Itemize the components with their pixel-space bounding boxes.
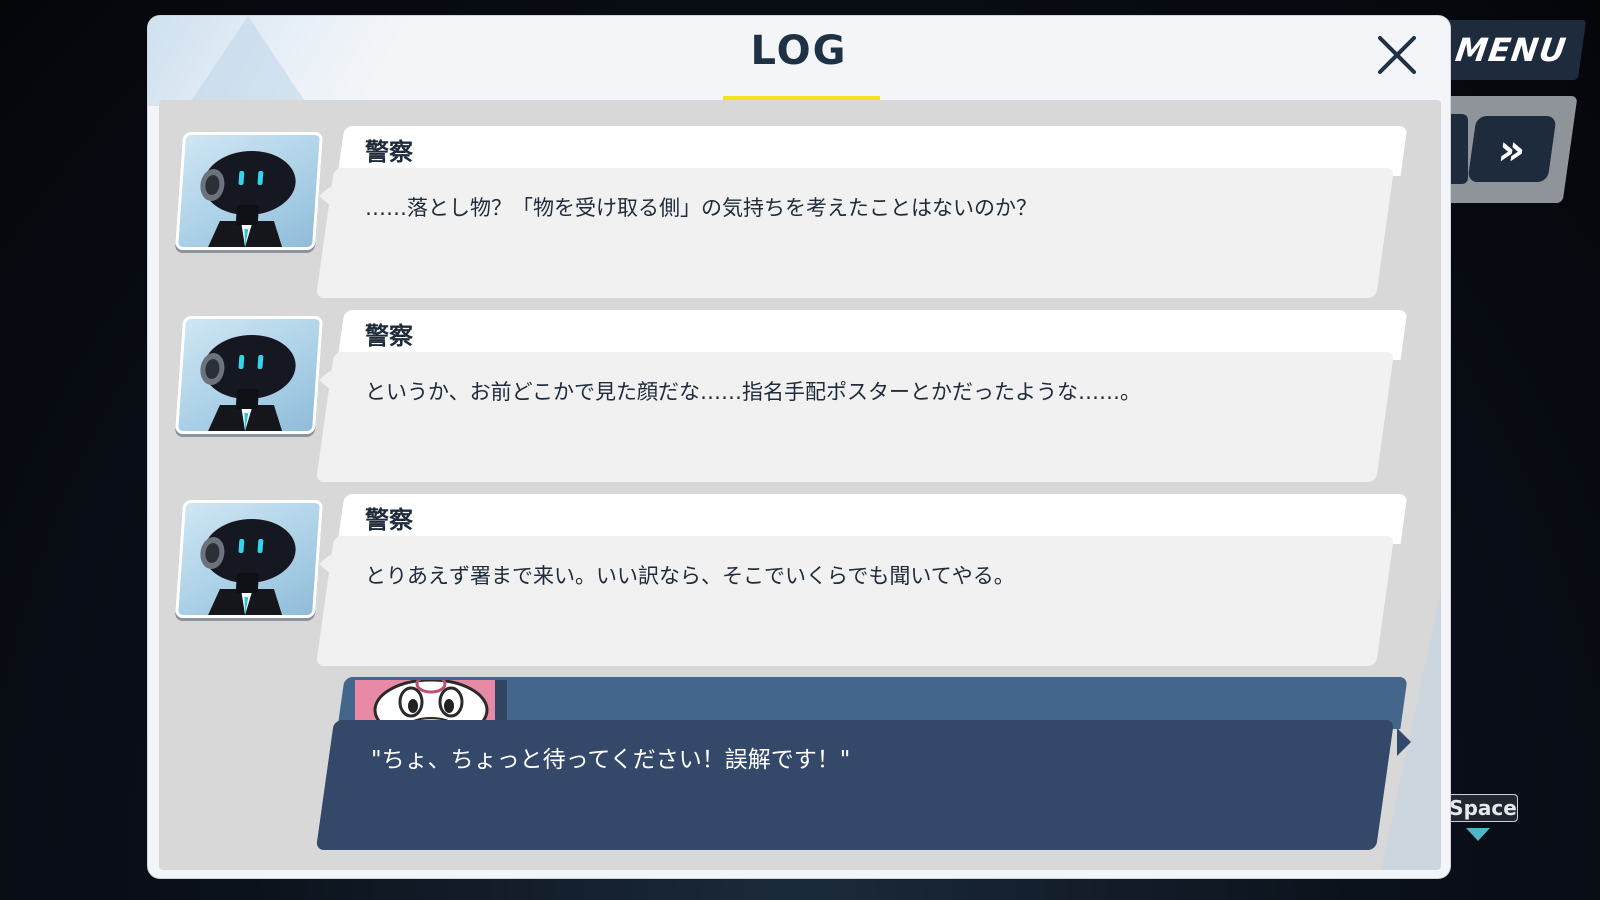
log-window: LOG 警察 ……落とし物？「物を受け取る側」の気持ちを考えたことはないのか？ … bbox=[148, 16, 1450, 878]
speaker-name: 警察 bbox=[365, 322, 413, 350]
police-robot-avatar bbox=[174, 132, 324, 250]
dialogue-text: ……落とし物？「物を受け取る側」の気持ちを考えたことはないのか？ bbox=[365, 196, 1037, 220]
bubble-tail bbox=[319, 554, 331, 574]
advance-arrow-icon bbox=[1466, 828, 1490, 841]
speaker-name: 警察 bbox=[365, 138, 413, 166]
log-entry: 警察 というか、お前どこかで見た顔だな……指名手配ポスターとかだったような……。 bbox=[159, 296, 1441, 482]
dialogue-bubble bbox=[315, 536, 1395, 666]
speaker-name: 警察 bbox=[365, 506, 413, 534]
log-title: LOG bbox=[750, 28, 848, 74]
dialogue-bubble bbox=[315, 352, 1395, 482]
dialogue-text: とりあえず署まで来い。いい訳なら、そこでいくらでも聞いてやる。 bbox=[365, 564, 1015, 588]
current-bubble-tail bbox=[1397, 728, 1411, 756]
log-entry: 警察 ……落とし物？「物を受け取る側」の気持ちを考えたことはないのか？ bbox=[159, 112, 1441, 298]
bubble-tail bbox=[319, 370, 331, 390]
bubble-tail bbox=[319, 186, 331, 206]
current-dialogue-text: "ちょ、ちょっと待ってください！誤解です！" bbox=[371, 747, 851, 773]
menu-label: MENU bbox=[1453, 31, 1569, 69]
dialogue-bubble bbox=[315, 168, 1395, 298]
close-button[interactable] bbox=[1370, 28, 1424, 82]
police-robot-avatar bbox=[174, 316, 324, 434]
police-robot-avatar bbox=[174, 500, 324, 618]
log-entry: 警察 とりあえず署まで来い。いい訳なら、そこでいくらでも聞いてやる。 bbox=[159, 480, 1441, 666]
dialogue-text: というか、お前どこかで見た顔だな……指名手配ポスターとかだったような……。 bbox=[365, 380, 1141, 404]
fast-forward-icon: » bbox=[1494, 124, 1530, 174]
menu-button[interactable]: MENU bbox=[1435, 20, 1587, 80]
skip-button[interactable]: » bbox=[1467, 116, 1557, 182]
space-key-hint: Space bbox=[1448, 794, 1518, 822]
close-icon bbox=[1378, 36, 1416, 74]
log-list[interactable]: 警察 ……落とし物？「物を受け取る側」の気持ちを考えたことはないのか？ 警察 と… bbox=[159, 100, 1441, 870]
